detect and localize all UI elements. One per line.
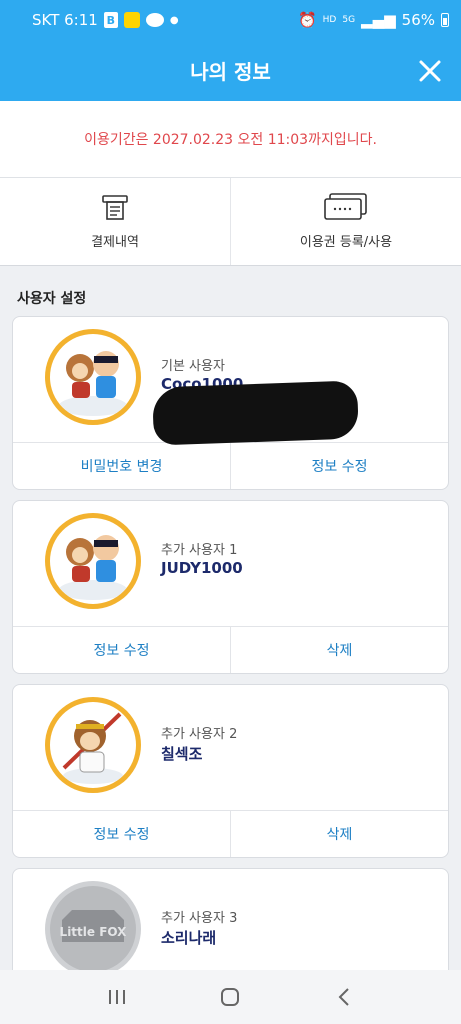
edit-info-button[interactable]: 정보 수정	[13, 811, 230, 857]
expiry-text: 이용기간은 2027.02.23 오전 11:03까지입니다.	[84, 132, 377, 148]
section-title: 사용자 설정	[17, 291, 87, 307]
page-title: 나의 정보	[190, 60, 271, 84]
network-icon: 5G	[342, 14, 356, 25]
user-role: 추가 사용자 3	[161, 911, 238, 926]
payment-history-button[interactable]: 결제내역	[0, 178, 230, 265]
edit-info-button[interactable]: 정보 수정	[230, 443, 448, 489]
talk-icon	[145, 13, 164, 27]
character-avatar-icon	[59, 351, 127, 416]
ticket-register-label: 이용권 등록/사용	[299, 235, 393, 250]
little-fox-logo-icon: Little FOX	[60, 910, 128, 942]
delete-button[interactable]: 삭제	[230, 811, 448, 857]
edit-info-button[interactable]: 정보 수정	[13, 627, 230, 673]
user-card-additional-1: 추가 사용자 1 JUDY1000 정보 수정 삭제	[12, 500, 449, 674]
user-name: 칠섹조	[161, 745, 203, 763]
monkey-avatar-icon	[62, 712, 123, 784]
user-card-additional-3: Little FOX 추가 사용자 3 소리나래	[12, 868, 449, 978]
delete-button[interactable]: 삭제	[230, 627, 448, 673]
app-header: 나의 정보	[0, 40, 461, 101]
change-password-button[interactable]: 비밀번호 변경	[13, 443, 230, 489]
user-card-additional-2: 추가 사용자 2 칠섹조 정보 수정 삭제	[12, 684, 449, 858]
payment-history-label: 결제내역	[91, 235, 139, 250]
avatar	[45, 513, 141, 609]
avatar: Little FOX	[45, 881, 141, 977]
app-notification-icon	[123, 12, 140, 28]
character-avatar-icon	[59, 535, 127, 600]
redaction-mark	[152, 380, 359, 446]
avatar	[45, 329, 141, 425]
back-icon[interactable]	[329, 982, 359, 1012]
b-app-icon: B	[103, 12, 118, 28]
hd-voice-icon: HD	[322, 14, 337, 25]
ticket-register-button[interactable]: 이용권 등록/사용	[230, 178, 461, 265]
system-nav-bar	[0, 970, 461, 1024]
ticket-icon	[324, 193, 367, 220]
user-card-primary: 기본 사용자 Coco1000 비밀번호 변경 정보 수정	[12, 316, 449, 490]
user-role: 추가 사용자 2	[161, 727, 238, 742]
signal-icon: ▂▄▆	[361, 11, 396, 29]
user-role: 추가 사용자 1	[161, 543, 238, 558]
action-row: 결제내역 이용권 등록/사용	[0, 178, 461, 266]
expiry-banner: 이용기간은 2027.02.23 오전 11:03까지입니다.	[0, 101, 461, 178]
close-icon[interactable]	[415, 56, 445, 86]
battery-percent: 56%	[401, 11, 435, 29]
alarm-icon: ⏰	[297, 11, 317, 29]
logo-text: Little FOX	[60, 925, 128, 939]
user-role: 기본 사용자	[161, 359, 225, 374]
battery-icon	[441, 13, 449, 27]
status-time: SKT 6:11	[32, 11, 98, 29]
user-name: JUDY1000	[161, 559, 243, 577]
recent-apps-icon[interactable]	[102, 982, 132, 1012]
avatar	[45, 697, 141, 793]
status-bar: SKT 6:11 B ● ⏰ HD 5G ▂▄▆ 56%	[0, 0, 461, 40]
receipt-icon	[102, 195, 128, 220]
home-icon[interactable]	[215, 982, 245, 1012]
more-notifications-dot: ●	[169, 14, 179, 26]
user-name: 소리나래	[161, 929, 217, 947]
